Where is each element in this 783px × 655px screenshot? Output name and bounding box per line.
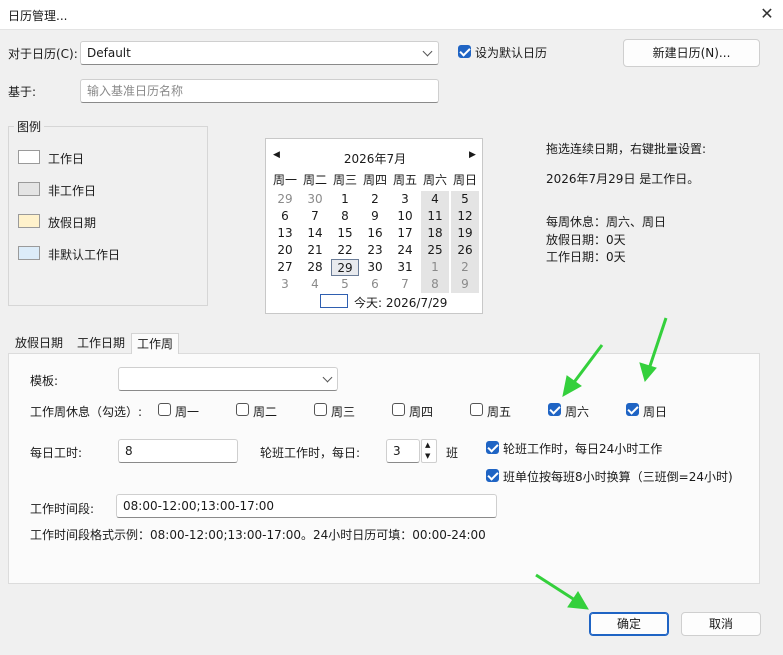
tab-workweek[interactable]: 工作周 xyxy=(131,333,180,354)
arrow-to-ok-icon xyxy=(535,573,589,610)
arrow-to-saturday-icon xyxy=(562,344,604,397)
annotation-arrows xyxy=(535,317,668,610)
arrow-to-sunday-icon xyxy=(639,317,668,383)
